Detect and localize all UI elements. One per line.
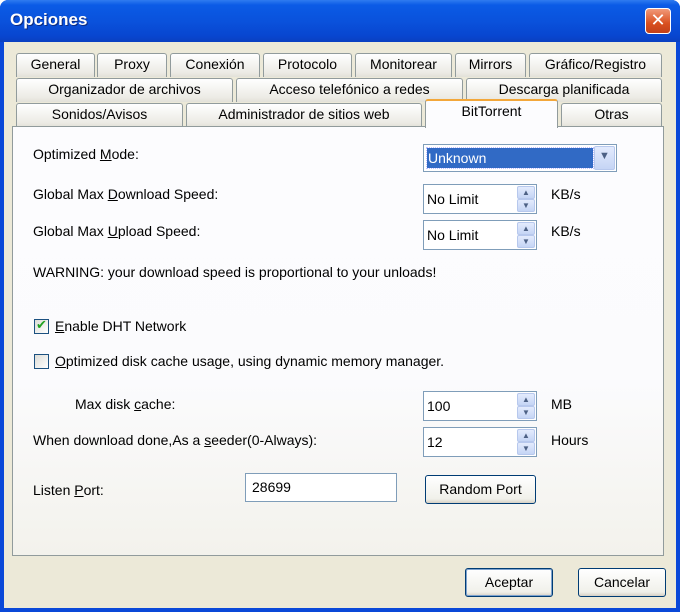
max-download-unit: KB/s bbox=[551, 186, 581, 202]
tab-protocolo[interactable]: Protocolo bbox=[263, 53, 352, 77]
window-title: Opciones bbox=[10, 10, 88, 29]
down-arrow-icon: ▼ bbox=[522, 201, 530, 210]
options-dialog: Opciones ✕ General Proxy Conexión Protoc… bbox=[0, 0, 680, 612]
spin-up-button[interactable]: ▲ bbox=[517, 429, 535, 442]
max-disk-cache-unit: MB bbox=[551, 396, 572, 412]
max-upload-unit: KB/s bbox=[551, 223, 581, 239]
optimized-mode-label: Optimized Mode: bbox=[33, 146, 139, 162]
optimized-mode-select[interactable]: Unknown ▼ bbox=[423, 144, 617, 172]
title-bar[interactable]: Opciones ✕ bbox=[0, 0, 680, 42]
spin-up-button[interactable]: ▲ bbox=[517, 222, 535, 235]
close-icon: ✕ bbox=[650, 10, 666, 31]
chevron-down-icon: ▼ bbox=[599, 150, 610, 162]
up-arrow-icon: ▲ bbox=[522, 431, 530, 440]
spin-up-button[interactable]: ▲ bbox=[517, 186, 535, 199]
tab-bittorrent[interactable]: BitTorrent bbox=[425, 99, 558, 128]
tab-monitorear[interactable]: Monitorear bbox=[355, 53, 452, 77]
listen-port-input[interactable]: 28699 bbox=[245, 473, 397, 502]
up-arrow-icon: ▲ bbox=[522, 188, 530, 197]
max-disk-cache-label: Max disk cache: bbox=[75, 396, 176, 412]
disk-cache-checkbox[interactable] bbox=[34, 354, 49, 369]
tab-proxy[interactable]: Proxy bbox=[97, 53, 167, 77]
tab-administrador-sitios[interactable]: Administrador de sitios web bbox=[186, 103, 422, 127]
warning-text: WARNING: your download speed is proporti… bbox=[33, 264, 437, 280]
tab-conexion[interactable]: Conexión bbox=[170, 53, 260, 77]
up-arrow-icon: ▲ bbox=[522, 224, 530, 233]
cancel-button[interactable]: Cancelar bbox=[578, 568, 666, 597]
random-port-button[interactable]: Random Port bbox=[425, 475, 536, 504]
tab-organizador-archivos[interactable]: Organizador de archivos bbox=[16, 78, 233, 102]
max-download-label: Global Max Download Speed: bbox=[33, 186, 219, 202]
down-arrow-icon: ▼ bbox=[522, 444, 530, 453]
spinner-arrows: ▲ ▼ bbox=[517, 186, 535, 212]
disk-cache-label[interactable]: Optimized disk cache usage, using dynami… bbox=[55, 353, 444, 369]
close-button[interactable]: ✕ bbox=[645, 8, 671, 34]
dht-label[interactable]: Enable DHT Network bbox=[55, 318, 186, 334]
dropdown-button[interactable]: ▼ bbox=[594, 146, 615, 170]
spin-down-button[interactable]: ▼ bbox=[517, 235, 535, 248]
max-upload-label: Global Max Upload Speed: bbox=[33, 223, 201, 239]
tab-sonidos-avisos[interactable]: Sonidos/Avisos bbox=[16, 103, 183, 127]
max-download-spinner[interactable]: No Limit ▲ ▼ bbox=[423, 184, 537, 214]
spinner-arrows: ▲ ▼ bbox=[517, 429, 535, 455]
down-arrow-icon: ▼ bbox=[522, 237, 530, 246]
spin-up-button[interactable]: ▲ bbox=[517, 393, 535, 406]
up-arrow-icon: ▲ bbox=[522, 395, 530, 404]
max-upload-spinner[interactable]: No Limit ▲ ▼ bbox=[423, 220, 537, 250]
dht-checkbox[interactable]: ✔ bbox=[34, 318, 49, 334]
spinner-arrows: ▲ ▼ bbox=[517, 393, 535, 419]
spin-down-button[interactable]: ▼ bbox=[517, 406, 535, 419]
tab-mirrors[interactable]: Mirrors bbox=[455, 53, 526, 77]
max-disk-cache-spinner[interactable]: 100 ▲ ▼ bbox=[423, 391, 537, 421]
seeder-label: When download done,As a seeder(0-Always)… bbox=[33, 432, 318, 448]
tab-otras[interactable]: Otras bbox=[561, 103, 662, 127]
listen-port-value[interactable]: 28699 bbox=[252, 479, 291, 495]
spinner-arrows: ▲ ▼ bbox=[517, 222, 535, 248]
ok-button[interactable]: Aceptar bbox=[465, 568, 553, 597]
check-icon: ✔ bbox=[36, 318, 47, 333]
max-download-value[interactable]: No Limit bbox=[427, 191, 478, 207]
seeder-spinner[interactable]: 12 ▲ ▼ bbox=[423, 427, 537, 457]
tab-grafico-registro[interactable]: Gráfico/Registro bbox=[529, 53, 662, 77]
spin-down-button[interactable]: ▼ bbox=[517, 442, 535, 455]
listen-port-label: Listen Port: bbox=[33, 482, 104, 498]
max-disk-cache-value[interactable]: 100 bbox=[427, 398, 450, 414]
optimized-mode-value: Unknown bbox=[426, 147, 594, 169]
down-arrow-icon: ▼ bbox=[522, 408, 530, 417]
max-upload-value[interactable]: No Limit bbox=[427, 227, 478, 243]
seeder-value[interactable]: 12 bbox=[427, 434, 443, 450]
spin-down-button[interactable]: ▼ bbox=[517, 199, 535, 212]
seeder-unit: Hours bbox=[551, 432, 589, 448]
tab-general[interactable]: General bbox=[16, 53, 95, 77]
